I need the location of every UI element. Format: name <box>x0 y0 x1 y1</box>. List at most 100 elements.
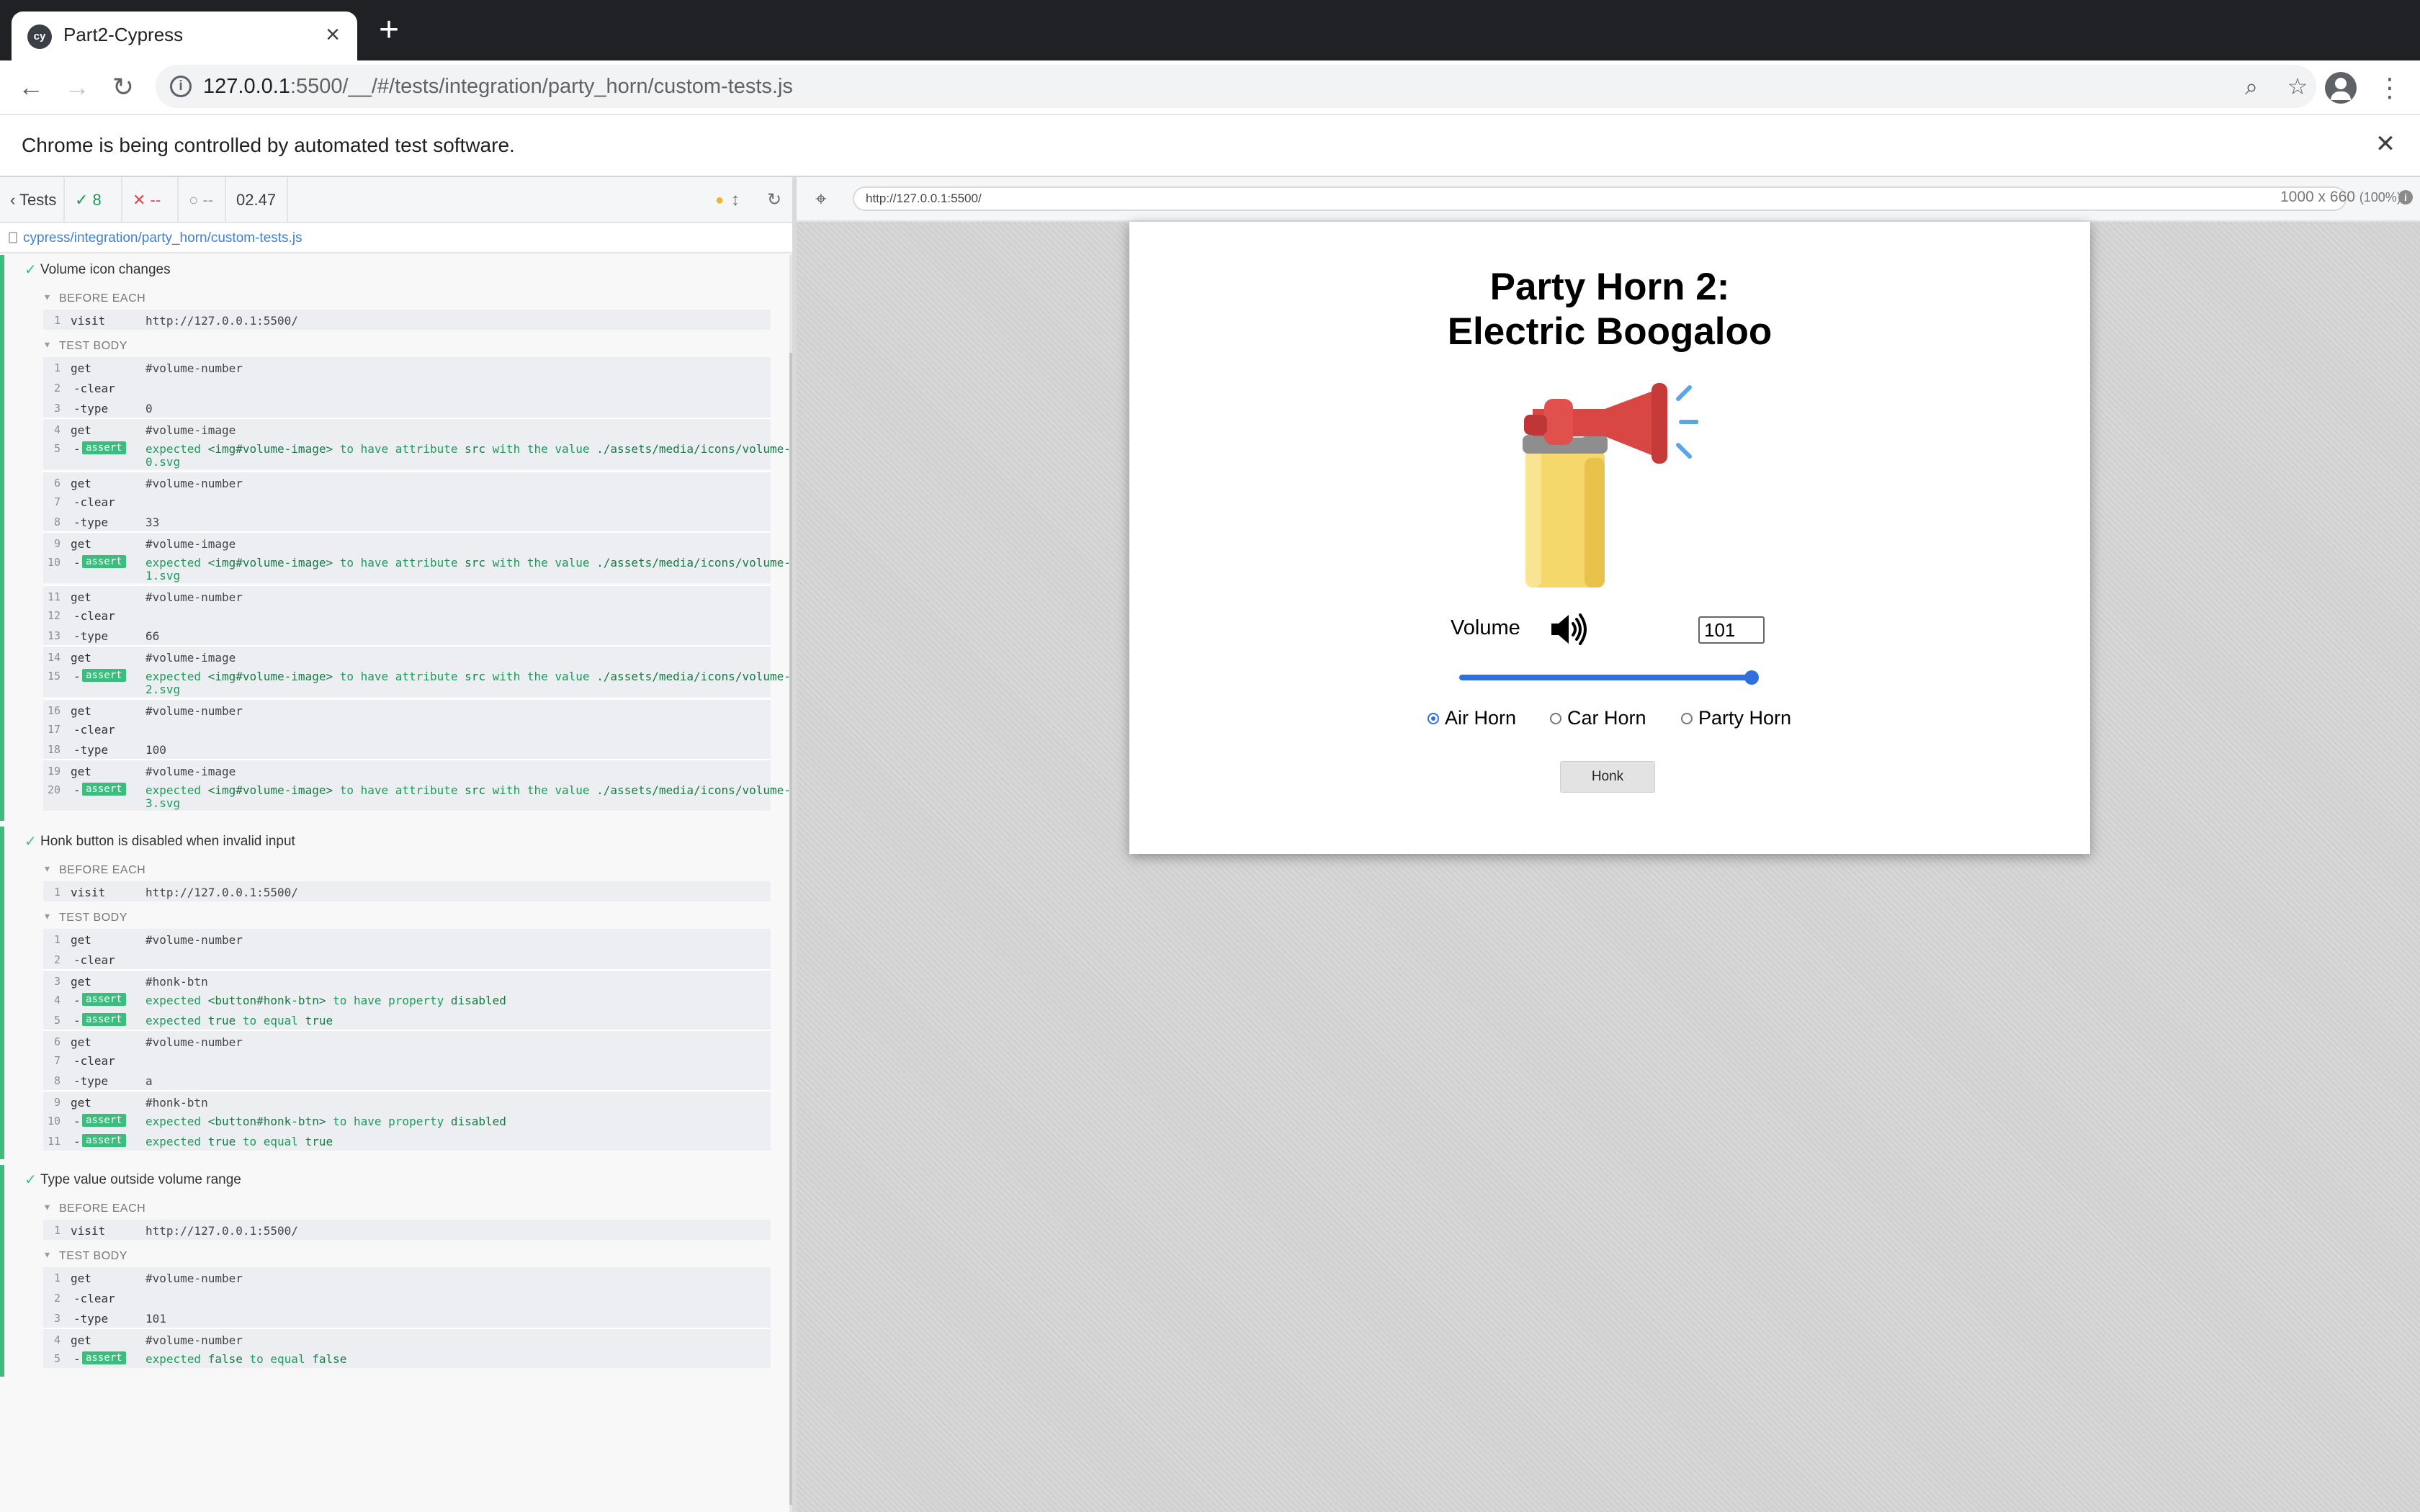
command-row[interactable]: 19 get #volume-image <box>43 759 771 779</box>
assertion-row[interactable]: 5- assert expected true to equal true <box>43 1009 771 1030</box>
hook-title-test-body[interactable]: TEST BODY <box>59 340 127 353</box>
collapse-arrow-icon[interactable]: ▾ <box>45 910 50 922</box>
zoom-icon[interactable]: ⌕ <box>2237 72 2266 101</box>
command-row[interactable]: 8 -type a <box>43 1070 771 1090</box>
command-number: 4 <box>53 1333 60 1346</box>
command-name: visit <box>71 314 106 328</box>
command-row[interactable]: 1 visit http://127.0.0.1:5500/ <box>43 310 771 330</box>
command-row[interactable]: 1 visit http://127.0.0.1:5500/ <box>43 1220 771 1240</box>
address-url[interactable]: 127.0.0.1:5500/__/#/tests/integration/pa… <box>203 75 793 99</box>
command-row[interactable]: 14 get #volume-image <box>43 645 771 665</box>
command-row[interactable]: 1 visit http://127.0.0.1:5500/ <box>43 881 771 901</box>
assertion-row[interactable]: 20- assert expected <img#volume-image> to … <box>43 779 792 811</box>
command-number: 5 <box>53 1352 60 1365</box>
assertion-mid2: with the value <box>485 783 597 797</box>
command-message: a <box>145 1074 153 1088</box>
assertion-row[interactable]: 4- assert expected <button#honk-btn> to ha… <box>43 989 771 1009</box>
command-row[interactable]: 7 -clear <box>43 1050 771 1070</box>
command-message: #volume-image <box>145 651 236 665</box>
collapse-arrow-icon[interactable]: ▾ <box>45 1201 50 1213</box>
tests-label: Tests <box>19 191 57 209</box>
rerun-icon[interactable]: ↻ <box>763 177 785 223</box>
command-number: 1 <box>53 361 60 374</box>
command-row[interactable]: 8 -type 33 <box>43 511 771 531</box>
tab-close-icon[interactable]: × <box>318 20 347 49</box>
infobar-close-icon[interactable]: ✕ <box>2371 130 2400 158</box>
assertion-row[interactable]: 10- assert expected <button#honk-btn> to h… <box>43 1110 771 1130</box>
command-row[interactable]: 1 get #volume-number <box>43 929 771 949</box>
assertion-row[interactable]: 11- assert expected true to equal true <box>43 1130 771 1151</box>
radio-button[interactable] <box>1550 713 1561 724</box>
bookmark-star-icon[interactable]: ☆ <box>2283 72 2312 101</box>
hook-title-test-body[interactable]: TEST BODY <box>59 912 127 924</box>
honk-button[interactable]: Honk <box>1560 761 1655 793</box>
command-number: 14 <box>47 651 60 664</box>
spec-path[interactable]: cypress/integration/party_horn/custom-te… <box>23 230 302 246</box>
command-row[interactable]: 3 -type 101 <box>43 1308 771 1328</box>
hook-title-before-each[interactable]: BEFORE EACH <box>59 864 145 877</box>
command-row[interactable]: 6 get #volume-number <box>43 1030 771 1050</box>
test-title[interactable]: Volume icon changes <box>40 262 171 278</box>
command-number: 2 <box>53 1292 60 1305</box>
browser-tab[interactable]: cy Part2-Cypress × <box>12 12 357 60</box>
radio-button[interactable] <box>1681 713 1693 724</box>
assertion-row[interactable]: 10- assert expected <img#volume-image> to … <box>43 552 792 583</box>
command-row[interactable]: 7 -clear <box>43 491 771 511</box>
assertion-mid: to have attribute <box>333 670 465 683</box>
assertion-mid: to have attribute <box>333 442 465 456</box>
command-row[interactable]: 9 get #honk-btn <box>43 1090 771 1110</box>
collapse-arrow-icon[interactable]: ▾ <box>45 338 50 351</box>
command-number: 16 <box>47 704 60 717</box>
command-message: http://127.0.0.1:5500/ <box>145 314 298 328</box>
command-row[interactable]: 11 get #volume-number <box>43 585 771 605</box>
hook-title-before-each[interactable]: BEFORE EACH <box>59 1202 145 1215</box>
command-row[interactable]: 18 -type 100 <box>43 739 771 759</box>
command-row[interactable]: 2 -clear <box>43 949 771 969</box>
tests-nav-button[interactable]: ‹ Tests <box>0 177 65 223</box>
radio-button[interactable] <box>1428 713 1439 724</box>
command-row[interactable]: 1 get #volume-number <box>43 1267 771 1287</box>
command-row[interactable]: 3 -type 0 <box>43 397 771 418</box>
back-arrow-icon[interactable]: ← <box>14 71 48 104</box>
command-row[interactable]: 2 -clear <box>43 377 771 397</box>
command-row[interactable]: 2 -clear <box>43 1287 771 1308</box>
command-row[interactable]: 12 -clear <box>43 605 771 625</box>
assertion-pre: expected <box>145 1352 208 1366</box>
address-bar[interactable]: i 127.0.0.1:5500/__/#/tests/integration/… <box>156 65 2316 108</box>
assertion-row[interactable]: 5- assert expected false to equal false <box>43 1348 771 1368</box>
collapse-arrow-icon[interactable]: ▾ <box>45 291 50 303</box>
command-row[interactable]: 16 get #volume-number <box>43 698 771 719</box>
command-row[interactable]: 1 get #volume-number <box>43 357 771 377</box>
volume-number-input[interactable] <box>1698 616 1765 644</box>
new-tab-button[interactable]: + <box>373 13 405 48</box>
hook-title-test-body[interactable]: TEST BODY <box>59 1250 127 1263</box>
reload-icon[interactable]: ↻ <box>107 71 140 104</box>
assertion-row[interactable]: 15- assert expected <img#volume-image> to … <box>43 665 792 697</box>
assertion-pre: expected <box>145 783 208 797</box>
command-row[interactable]: 4 get #volume-image <box>43 418 771 438</box>
volume-slider[interactable] <box>1459 670 1759 685</box>
command-row[interactable]: 4 get #volume-number <box>43 1328 771 1348</box>
site-info-icon[interactable]: i <box>170 76 192 97</box>
auto-scroll-icon[interactable]: ↕ <box>725 177 746 223</box>
test-title[interactable]: Type value outside volume range <box>40 1172 241 1188</box>
assertion-row[interactable]: 5- assert expected <img#volume-image> to h… <box>43 438 792 469</box>
hook-title-before-each[interactable]: BEFORE EACH <box>59 292 145 305</box>
command-row[interactable]: 13 -type 66 <box>43 625 771 645</box>
command-number: 11 <box>47 590 60 603</box>
command-row[interactable]: 3 get #honk-btn <box>43 969 771 989</box>
assertion-prop: false <box>312 1352 347 1366</box>
test-title[interactable]: Honk button is disabled when invalid inp… <box>40 834 295 850</box>
command-row[interactable]: 6 get #volume-number <box>43 471 771 491</box>
browser-menu-icon[interactable]: ⋮ <box>2377 72 2403 104</box>
collapse-arrow-icon[interactable]: ▾ <box>45 863 50 875</box>
info-icon[interactable]: i <box>2398 190 2413 204</box>
assertion-subject: false <box>207 1352 243 1366</box>
selector-playground-icon[interactable]: ⌖ <box>815 187 827 210</box>
forward-arrow-icon[interactable]: → <box>60 71 94 104</box>
command-row[interactable]: 17 -clear <box>43 719 771 739</box>
collapse-arrow-icon[interactable]: ▾ <box>45 1248 50 1261</box>
slider-thumb[interactable] <box>1744 670 1759 685</box>
profile-avatar-icon[interactable] <box>2325 72 2357 104</box>
command-row[interactable]: 9 get #volume-image <box>43 531 771 552</box>
